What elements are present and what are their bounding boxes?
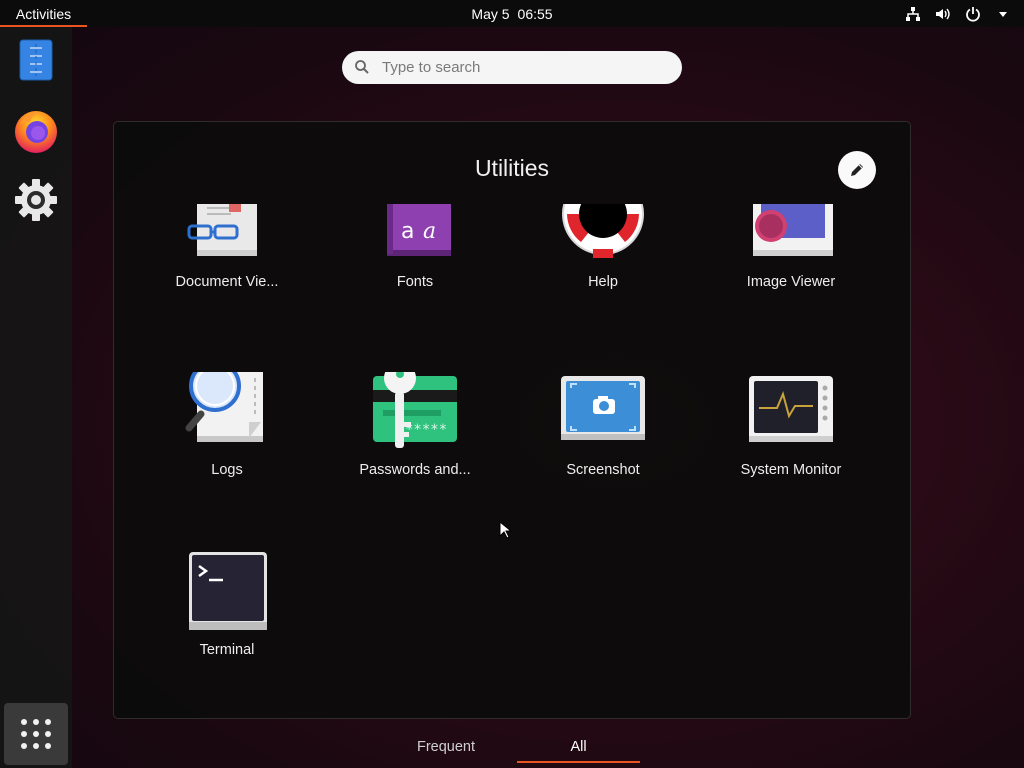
app-terminal[interactable]: Terminal [152, 552, 302, 658]
time-label: 06:55 [517, 5, 553, 22]
app-logs[interactable]: Logs [152, 360, 302, 478]
document-viewer-icon [185, 204, 269, 258]
activities-button[interactable]: Activities [0, 0, 87, 27]
network-icon[interactable] [904, 5, 922, 23]
fonts-icon: a a [373, 204, 457, 258]
folder-title: Utilities [474, 155, 550, 181]
view-switcher: Frequent All [380, 732, 650, 764]
app-label: Logs [211, 462, 243, 478]
logs-magnifier-icon [185, 360, 269, 456]
date-label: May 5 [471, 5, 510, 22]
utilities-folder-panel: Utilities Document Vie... a a Fonts Help… [113, 121, 911, 719]
tab-all[interactable]: All [517, 732, 640, 763]
app-label: Passwords and... [359, 462, 471, 478]
firefox-icon [15, 111, 57, 153]
app-system-monitor[interactable]: System Monitor [716, 372, 866, 478]
top-bar: Activities May 5 06:55 [0, 0, 1024, 27]
dock-item-firefox[interactable] [11, 105, 61, 155]
help-lifebuoy-icon [561, 204, 645, 258]
system-monitor-icon [749, 372, 833, 456]
app-label: Terminal [199, 642, 255, 658]
show-applications-button[interactable] [4, 703, 68, 765]
volume-icon[interactable] [934, 5, 952, 23]
pencil-icon [851, 164, 863, 176]
search-icon [354, 59, 370, 80]
terminal-icon [185, 552, 269, 636]
app-label: Image Viewer [746, 274, 836, 290]
search-input[interactable] [382, 56, 662, 79]
app-fonts[interactable]: a a Fonts [340, 184, 490, 290]
app-label: Fonts [396, 274, 434, 290]
svg-text:a: a [423, 219, 436, 244]
mouse-cursor-icon [499, 520, 513, 544]
app-label: Help [588, 274, 618, 290]
power-icon[interactable] [964, 5, 982, 23]
search-box[interactable] [342, 51, 682, 84]
dock [0, 27, 72, 768]
app-passwords[interactable]: ***** Passwords and... [340, 362, 490, 478]
text-editor-icon [19, 39, 53, 81]
dock-item-text-editor[interactable] [11, 35, 61, 85]
dock-item-settings[interactable] [11, 175, 61, 225]
screenshot-camera-icon [561, 372, 645, 456]
app-image-viewer[interactable]: Image Viewer [716, 184, 866, 290]
tab-frequent[interactable]: Frequent [380, 732, 512, 762]
system-tray[interactable] [904, 0, 1012, 27]
image-viewer-icon [749, 204, 833, 258]
svg-text:*****: ***** [405, 422, 447, 438]
app-help[interactable]: Help [528, 184, 678, 290]
app-label: System Monitor [740, 462, 842, 478]
app-label: Document Vie... [175, 274, 279, 290]
app-screenshot[interactable]: Screenshot [528, 372, 678, 478]
apps-grid-icon [21, 719, 51, 749]
date-time-button[interactable]: May 5 06:55 [0, 0, 1024, 27]
settings-gear-icon [15, 179, 57, 221]
dropdown-arrow-icon[interactable] [994, 5, 1012, 23]
svg-text:a: a [401, 219, 414, 244]
activities-label: Activities [15, 5, 72, 22]
passwords-key-icon: ***** [373, 362, 457, 456]
app-label: Screenshot [566, 462, 640, 478]
app-document-viewer[interactable]: Document Vie... [152, 184, 302, 290]
